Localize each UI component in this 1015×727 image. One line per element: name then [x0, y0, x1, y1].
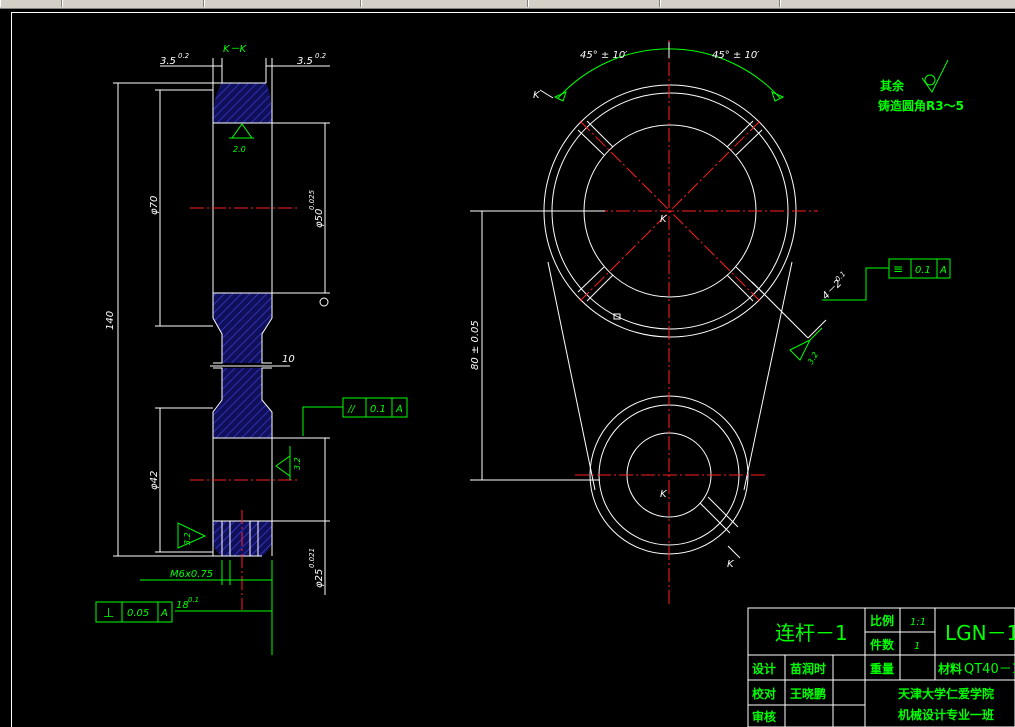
dim-small-bore-tol: 0.021: [308, 548, 316, 568]
roughness-right: 3.2: [806, 350, 820, 366]
dim-thread: M6x0.75: [170, 569, 213, 580]
section-label: K－K: [223, 44, 248, 55]
cad-drawing-canvas[interactable]: 140 φ70 φ50 0.025 φ42 φ25 0.021 10 3.5 0…: [0, 0, 1015, 727]
roughness-side: 3.2: [293, 457, 302, 470]
tol-perp-value: 0.05: [127, 608, 149, 619]
class-name: 机械设计专业一班: [898, 707, 994, 722]
dim-top-left: 3.5: [160, 56, 176, 67]
check-label: 校对: [752, 686, 776, 701]
dim-small-end-dia: φ42: [149, 471, 160, 490]
dim-big-end-dia: φ70: [149, 196, 160, 215]
dim-total-length: 140: [105, 311, 116, 330]
dim-top-right-tol: 0.2: [315, 52, 327, 60]
angle-left: 45° ± 10′: [580, 50, 628, 61]
dim-web-thickness: 10: [282, 354, 295, 365]
roughness-note-icon: [921, 59, 949, 93]
dim-big-bore: φ50: [314, 209, 325, 228]
material-value: QT40－1: [964, 662, 1015, 677]
designer-name: 苗润时: [790, 661, 826, 676]
angle-right: 45° ± 10′: [712, 50, 760, 61]
tol-sym-value: 0.1: [915, 265, 931, 276]
section-hatch-top: [213, 83, 272, 123]
roughness-top: 2.0: [233, 145, 246, 154]
count-value: 1: [914, 641, 920, 652]
tol-parallel-datum: A: [395, 404, 403, 415]
label-k-bottom: K: [727, 559, 735, 570]
roughness-bottom: 3.2: [183, 532, 192, 545]
drawing-number: LGN－1: [945, 621, 1015, 645]
front-view: K K K K 45° ± 10′ 45° ± 10′ 80 ± 0.05 4－…: [470, 40, 964, 605]
dim-bottom: 18: [176, 600, 189, 611]
design-label: 设计: [752, 661, 776, 676]
tol-parallel-symbol: //: [347, 404, 356, 415]
tol-perp-symbol: ⊥: [103, 606, 114, 621]
dim-big-bore-tol: 0.025: [308, 189, 316, 210]
tol-parallel-value: 0.1: [370, 404, 386, 415]
label-k-center: K: [660, 489, 668, 500]
material-label: 材料: [937, 661, 962, 676]
scale-label: 比例: [870, 613, 894, 628]
title-block: 连杆－1 比例 1:1 件数 1 LGN－1 设计 苗润时 重量 材料 QT40…: [747, 607, 1015, 727]
scale-value: 1:1: [910, 617, 926, 628]
label-k-top-center: K: [660, 214, 668, 225]
label-k-top-left: K: [533, 90, 541, 101]
tol-sym-datum: A: [939, 265, 947, 276]
weight-label: 重量: [870, 661, 894, 676]
checker-name: 王晓鹏: [790, 686, 826, 701]
review-label: 审核: [752, 709, 776, 724]
section-view: 140 φ70 φ50 0.025 φ42 φ25 0.021 10 3.5 0…: [95, 44, 408, 655]
school-name: 天津大学仁爱学院: [898, 686, 994, 701]
tol-perp-datum: A: [160, 608, 168, 619]
dim-top-left-tol: 0.2: [178, 52, 190, 60]
dim-small-bore: φ25: [314, 569, 325, 588]
count-label: 件数: [870, 637, 895, 652]
part-name: 连杆－1: [775, 621, 848, 645]
dim-bottom-tol: 0.1: [188, 596, 199, 604]
dim-center-distance: 80 ± 0.05: [470, 320, 481, 370]
note-remaining: 其余: [880, 78, 905, 93]
tol-sym-symbol: ≡: [893, 262, 903, 276]
dim-top-right: 3.5: [297, 56, 313, 67]
note-fillet: 铸造圆角R3～5: [878, 98, 964, 113]
